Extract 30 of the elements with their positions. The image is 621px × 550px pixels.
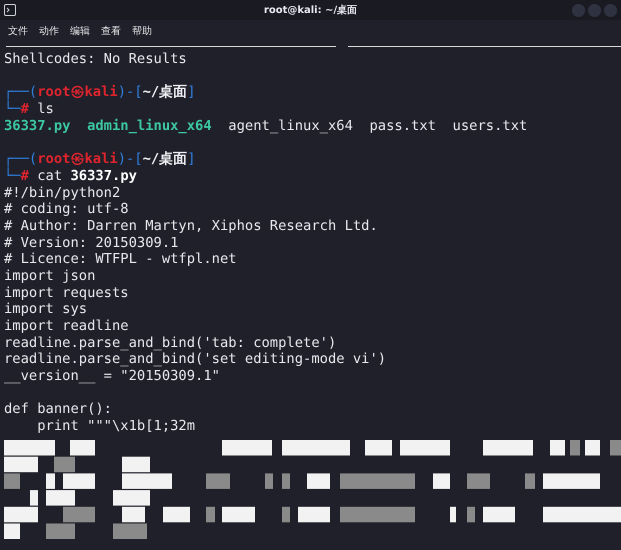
terminal-line: readline.parse_and_bind('tab: complete'): [4, 334, 338, 352]
menu-item[interactable]: 查看: [101, 24, 121, 38]
terminal-icon[interactable]: [4, 4, 16, 16]
terminal-line: import sys: [4, 301, 88, 318]
minimize-button[interactable]: [572, 4, 585, 16]
menu-item[interactable]: 动作: [39, 24, 59, 38]
menu-item[interactable]: 帮助: [132, 24, 152, 38]
terminal-line: readline.parse_and_bind('set editing-mode vi'): [4, 351, 388, 368]
menu-item[interactable]: 编辑: [70, 24, 90, 38]
terminal-line: └─# ls: [4, 101, 55, 118]
menu-item[interactable]: 文件: [8, 24, 28, 38]
terminal-line: __version__ = "20150309.1": [4, 368, 221, 385]
terminal-line: Shellcodes: No Results: [4, 51, 188, 68]
terminal-line: # Author: Darren Martyn, Xiphos Research Ltd.: [4, 218, 379, 235]
terminal-line: # Version: 20150309.1: [4, 234, 180, 252]
terminal-line: import requests: [4, 284, 130, 302]
close-button[interactable]: [604, 4, 617, 16]
terminal-line: print """\x1b[1;32m: [36, 418, 196, 435]
terminal-line: def banner():: [4, 401, 113, 418]
terminal-line: #!/bin/python2: [4, 184, 122, 202]
window-title: root@kali: ~/桌面: [264, 4, 358, 17]
terminal-line: ┌──(root㉿kali)-[~/桌面]: [4, 84, 197, 100]
maximize-button[interactable]: [588, 4, 601, 16]
terminal-line: ┌──(root㉿kali)-[~/桌面]: [4, 151, 197, 168]
terminal-line: 36337.py admin_linux_x64 agent_linux_x64 pass.txt users.txt: [4, 118, 528, 134]
terminal-line: # coding: utf-8: [4, 201, 130, 218]
terminal-line: # Licence: WTFPL - wtfpl.net: [4, 251, 238, 268]
terminal-line: └─# cat 36337.py: [4, 168, 138, 184]
terminal-line: import readline: [4, 318, 130, 335]
terminal-line: import json: [4, 268, 96, 285]
